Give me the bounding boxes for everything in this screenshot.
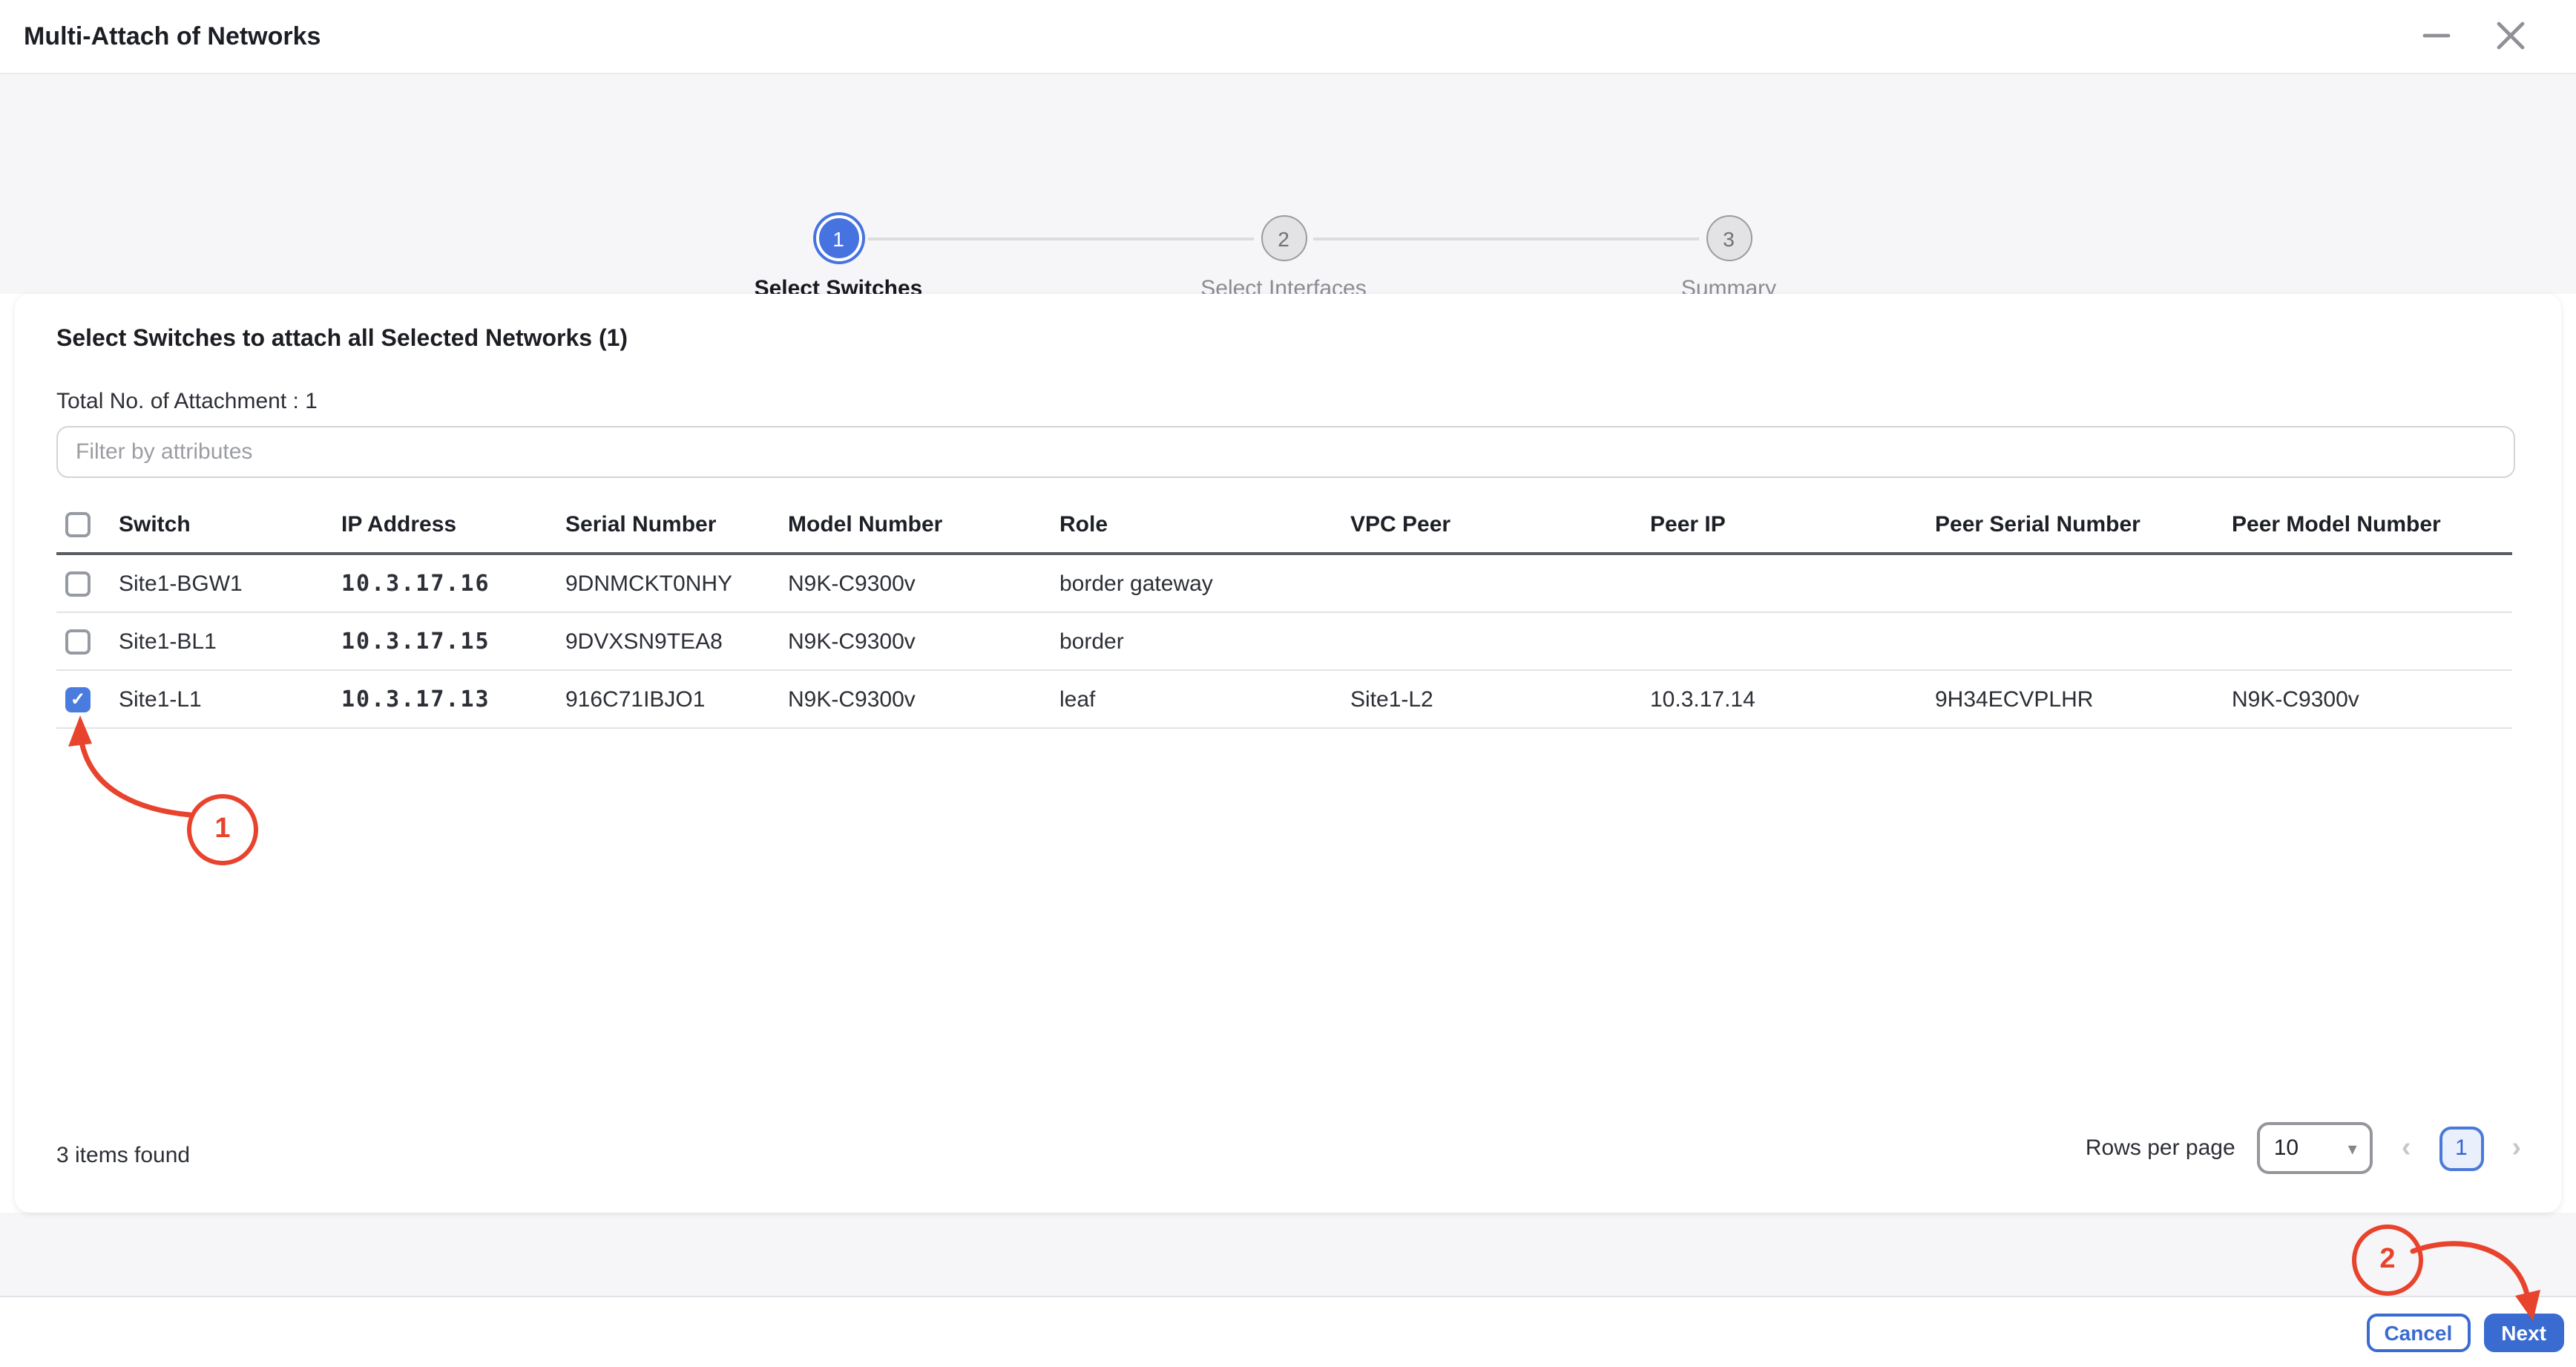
cell-switch: Site1-BL1 xyxy=(119,612,341,670)
next-button[interactable]: Next xyxy=(2483,1313,2564,1351)
switches-table: ✓ Switch IP Address Serial Number Model … xyxy=(56,497,2512,729)
cell-ip-address: 10.3.17.15 xyxy=(341,612,565,670)
column-header-ip-address: IP Address xyxy=(341,497,565,554)
step-2-circle: 2 xyxy=(1261,215,1307,261)
next-page-icon[interactable]: › xyxy=(2506,1134,2527,1162)
cell-model-number: N9K-C9300v xyxy=(788,670,1059,728)
items-found-label: 3 items found xyxy=(56,1143,190,1168)
step-select-interfaces: 2 Select Interfaces xyxy=(1120,215,1447,301)
panel-heading: Select Switches to attach all Selected N… xyxy=(56,327,628,353)
cell-ip-address: 10.3.17.16 xyxy=(341,554,565,612)
dialog-titlebar: Multi-Attach of Networks xyxy=(0,0,2576,74)
select-switches-panel: Select Switches to attach all Selected N… xyxy=(15,294,2561,1213)
row-checkbox[interactable]: ✓ xyxy=(65,571,91,596)
select-all-checkbox[interactable]: ✓ xyxy=(65,512,91,537)
close-icon[interactable] xyxy=(2493,18,2529,53)
minimize-icon[interactable] xyxy=(2419,18,2454,53)
column-header-serial-number: Serial Number xyxy=(565,497,788,554)
cell-peer-model-number xyxy=(2232,612,2512,670)
step-select-switches[interactable]: 1 Select Switches xyxy=(675,215,1002,301)
dialog-title: Multi-Attach of Networks xyxy=(24,0,321,73)
cell-peer-model-number xyxy=(2232,554,2512,612)
cell-serial-number: 9DNMCKT0NHY xyxy=(565,554,788,612)
dialog-action-bar: Cancel Next xyxy=(0,1297,2576,1367)
annotation-badge-1: 1 xyxy=(187,794,258,865)
table-row[interactable]: ✓ Site1-BGW1 10.3.17.16 9DNMCKT0NHY N9K-… xyxy=(56,554,2512,612)
lower-background xyxy=(0,1213,2576,1297)
cell-role: border xyxy=(1059,612,1350,670)
cell-peer-ip xyxy=(1650,612,1935,670)
cell-role: leaf xyxy=(1059,670,1350,728)
wizard-stepper: 1 Select Switches 2 Select Interfaces 3 … xyxy=(0,74,2576,294)
cell-vpc-peer xyxy=(1350,554,1650,612)
table-header-row: ✓ Switch IP Address Serial Number Model … xyxy=(56,497,2512,554)
cell-switch: Site1-L1 xyxy=(119,670,341,728)
step-3-circle: 3 xyxy=(1706,215,1752,261)
column-header-peer-model-number: Peer Model Number xyxy=(2232,497,2512,554)
table-row[interactable]: ✓ Site1-BL1 10.3.17.15 9DVXSN9TEA8 N9K-C… xyxy=(56,612,2512,670)
step-1-circle[interactable]: 1 xyxy=(815,215,861,261)
cell-vpc-peer xyxy=(1350,612,1650,670)
cancel-button[interactable]: Cancel xyxy=(2366,1313,2470,1351)
rows-per-page-label: Rows per page xyxy=(2086,1135,2235,1161)
annotation-badge-2: 2 xyxy=(2352,1225,2423,1296)
column-header-vpc-peer: VPC Peer xyxy=(1350,497,1650,554)
cell-role: border gateway xyxy=(1059,554,1350,612)
filter-input[interactable] xyxy=(56,426,2515,478)
cell-peer-serial-number xyxy=(1935,554,2232,612)
rows-per-page-value: 10 xyxy=(2274,1135,2299,1161)
cell-vpc-peer: Site1-L2 xyxy=(1350,670,1650,728)
column-header-role: Role xyxy=(1059,497,1350,554)
table-row[interactable]: ✓ Site1-L1 10.3.17.13 916C71IBJO1 N9K-C9… xyxy=(56,670,2512,728)
chevron-down-icon: ▾ xyxy=(2348,1138,2357,1158)
cell-peer-model-number: N9K-C9300v xyxy=(2232,670,2512,728)
column-header-peer-ip: Peer IP xyxy=(1650,497,1935,554)
cell-ip-address: 10.3.17.13 xyxy=(341,670,565,728)
cell-model-number: N9K-C9300v xyxy=(788,612,1059,670)
rows-per-page-select[interactable]: 10 ▾ xyxy=(2258,1122,2373,1174)
page-number-button[interactable]: 1 xyxy=(2439,1126,2483,1170)
column-header-peer-serial-number: Peer Serial Number xyxy=(1935,497,2232,554)
total-attachment-label: Total No. of Attachment : 1 xyxy=(56,389,318,414)
cell-serial-number: 916C71IBJO1 xyxy=(565,670,788,728)
step-summary: 3 Summary xyxy=(1565,215,1892,301)
cell-peer-ip xyxy=(1650,554,1935,612)
cell-model-number: N9K-C9300v xyxy=(788,554,1059,612)
multi-attach-dialog: Multi-Attach of Networks 1 Select Switch… xyxy=(0,0,2576,1367)
row-checkbox[interactable]: ✓ xyxy=(65,629,91,654)
cell-serial-number: 9DVXSN9TEA8 xyxy=(565,612,788,670)
column-header-switch: Switch xyxy=(119,497,341,554)
cell-peer-ip: 10.3.17.14 xyxy=(1650,670,1935,728)
previous-page-icon[interactable]: ‹ xyxy=(2396,1134,2417,1162)
column-header-model-number: Model Number xyxy=(788,497,1059,554)
cell-peer-serial-number: 9H34ECVPLHR xyxy=(1935,670,2232,728)
cell-peer-serial-number xyxy=(1935,612,2232,670)
cell-switch: Site1-BGW1 xyxy=(119,554,341,612)
pagination: Rows per page 10 ▾ ‹ 1 › xyxy=(2086,1122,2527,1174)
row-checkbox[interactable]: ✓ xyxy=(65,686,91,712)
